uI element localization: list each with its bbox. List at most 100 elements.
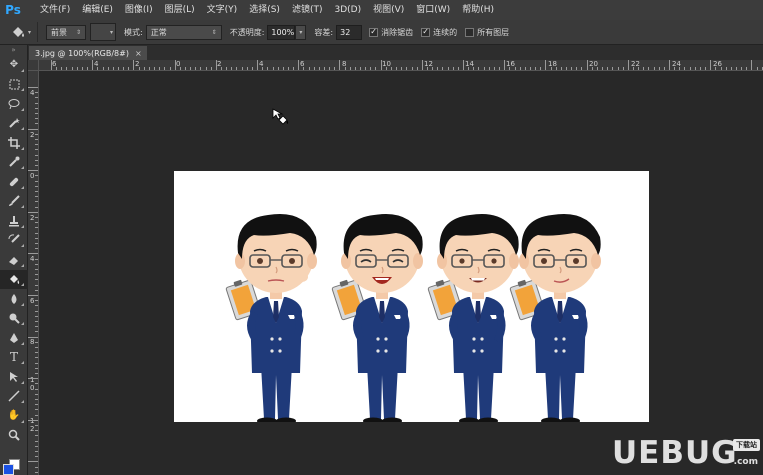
ruler-tick [35, 159, 38, 161]
lasso-tool[interactable] [0, 94, 28, 114]
ruler-tick [432, 67, 434, 70]
blur-tool[interactable] [0, 289, 28, 309]
menu-select[interactable]: 选择(S) [243, 0, 286, 20]
pen-tool[interactable] [0, 328, 28, 348]
ruler-tick [277, 67, 279, 70]
menu-filter[interactable]: 滤镜(T) [286, 0, 329, 20]
ruler-label: 2 [30, 131, 35, 139]
ruler-tick [28, 170, 38, 172]
ruler-tick [221, 67, 222, 70]
ruler-tick [159, 67, 161, 70]
ruler-tick [612, 67, 614, 70]
document-canvas[interactable] [174, 171, 649, 426]
move-tool[interactable]: ✥ [0, 55, 28, 75]
ruler-tick [385, 67, 387, 70]
ruler-tick [61, 67, 63, 70]
zoom-tool[interactable] [0, 426, 28, 446]
ruler-tick [303, 67, 305, 70]
ruler-tick [282, 67, 284, 70]
pattern-picker[interactable]: ▾ [90, 23, 116, 41]
ruler-tick [76, 67, 78, 70]
healing-brush-tool[interactable] [0, 172, 28, 192]
ruler-tick [35, 435, 38, 437]
brush-tool[interactable] [0, 192, 28, 212]
watermark-badge: 下载站 [733, 439, 760, 451]
menu-type[interactable]: 文字(Y) [201, 0, 244, 20]
menu-help[interactable]: 帮助(H) [456, 0, 500, 20]
tools-panel: » ✥ T ✋ [0, 45, 28, 475]
horizontal-ruler[interactable]: 6 4 2 0 2 4 6 8 10 12 14 16 18 20 22 24 … [39, 60, 763, 71]
menu-window[interactable]: 窗口(W) [410, 0, 456, 20]
hand-tool[interactable]: ✋ [0, 406, 28, 426]
menu-3d[interactable]: 3D(D) [328, 0, 367, 20]
mode-dropdown[interactable]: 正常 ⇕ [145, 24, 222, 40]
close-icon[interactable]: × [135, 49, 142, 58]
ruler-label: 8 [30, 338, 35, 346]
contiguous-checkbox[interactable]: ✓ [421, 27, 431, 37]
ruler-tick [308, 67, 310, 70]
antialias-checkbox[interactable]: ✓ [369, 27, 379, 37]
ruler-tick [473, 67, 475, 70]
ruler-tick [684, 67, 686, 70]
ruler-tick [406, 67, 408, 70]
hand-icon: ✋ [7, 410, 21, 422]
menu-image[interactable]: 图像(I) [119, 0, 159, 20]
clone-stamp-tool[interactable] [0, 211, 28, 231]
ruler-tick [545, 60, 547, 70]
ruler-tick [529, 67, 531, 70]
vertical-ruler[interactable]: 4 2 0 2 4 6 8 1 0 1 2 [28, 71, 39, 475]
watermark-domain: .com [733, 457, 758, 467]
ruler-tick [35, 321, 38, 322]
ruler-tick [705, 67, 706, 70]
history-brush-tool[interactable] [0, 231, 28, 251]
line-tool[interactable] [0, 387, 28, 407]
menu-view[interactable]: 视图(V) [367, 0, 410, 20]
mode-label: 模式: [124, 27, 143, 37]
ruler-tick [653, 67, 655, 70]
marquee-tool[interactable] [0, 75, 28, 95]
menu-file[interactable]: 文件(F) [34, 0, 76, 20]
eyedropper-icon [9, 156, 20, 167]
collapse-panel-icon[interactable]: » [0, 45, 27, 55]
opacity-slider-toggle[interactable]: ▾ [295, 24, 307, 40]
menu-layer[interactable]: 图层(L) [159, 0, 201, 20]
paint-bucket-icon [12, 27, 24, 37]
all-layers-checkbox[interactable] [465, 27, 475, 37]
type-tool[interactable]: T [0, 348, 28, 368]
blur-icon [11, 293, 17, 304]
crop-tool[interactable] [0, 133, 28, 153]
document-tab[interactable]: 3.jpg @ 100%(RGB/8#) × [29, 46, 147, 60]
eyedropper-tool[interactable] [0, 153, 28, 173]
opacity-input[interactable]: 100% [267, 24, 296, 40]
dodge-tool[interactable] [0, 309, 28, 329]
ruler-tick [35, 315, 38, 317]
eraser-tool[interactable] [0, 250, 28, 270]
tool-preset-picker[interactable]: ▾ [4, 22, 38, 42]
tolerance-input[interactable]: 32 [336, 24, 363, 40]
ruler-tick [602, 67, 603, 70]
ruler-tick [360, 67, 361, 70]
ruler-tick [35, 133, 38, 135]
ruler-tick [35, 305, 38, 307]
ruler-origin[interactable] [28, 60, 39, 71]
menu-edit[interactable]: 编辑(E) [76, 0, 119, 20]
ruler-tick [169, 67, 171, 70]
magic-wand-tool[interactable] [0, 114, 28, 134]
paint-bucket-tool[interactable] [0, 269, 28, 289]
ruler-tick [751, 60, 753, 70]
ruler-tick [28, 87, 38, 88]
foreground-color-swatch[interactable] [3, 464, 14, 475]
fill-source-dropdown[interactable]: 前景 ⇕ [46, 24, 86, 40]
ruler-tick [596, 67, 598, 70]
ruler-tick [226, 67, 228, 70]
path-selection-tool[interactable] [0, 367, 28, 387]
ruler-tick [28, 419, 38, 421]
pen-icon [10, 332, 18, 343]
ruler-tick [35, 451, 38, 452]
ruler-tick [535, 67, 537, 70]
type-icon: T [9, 350, 18, 365]
ruler-tick [35, 263, 38, 265]
ruler-tick [35, 352, 38, 354]
zoom-icon [8, 430, 20, 441]
all-layers-label: 所有图层 [477, 27, 510, 37]
